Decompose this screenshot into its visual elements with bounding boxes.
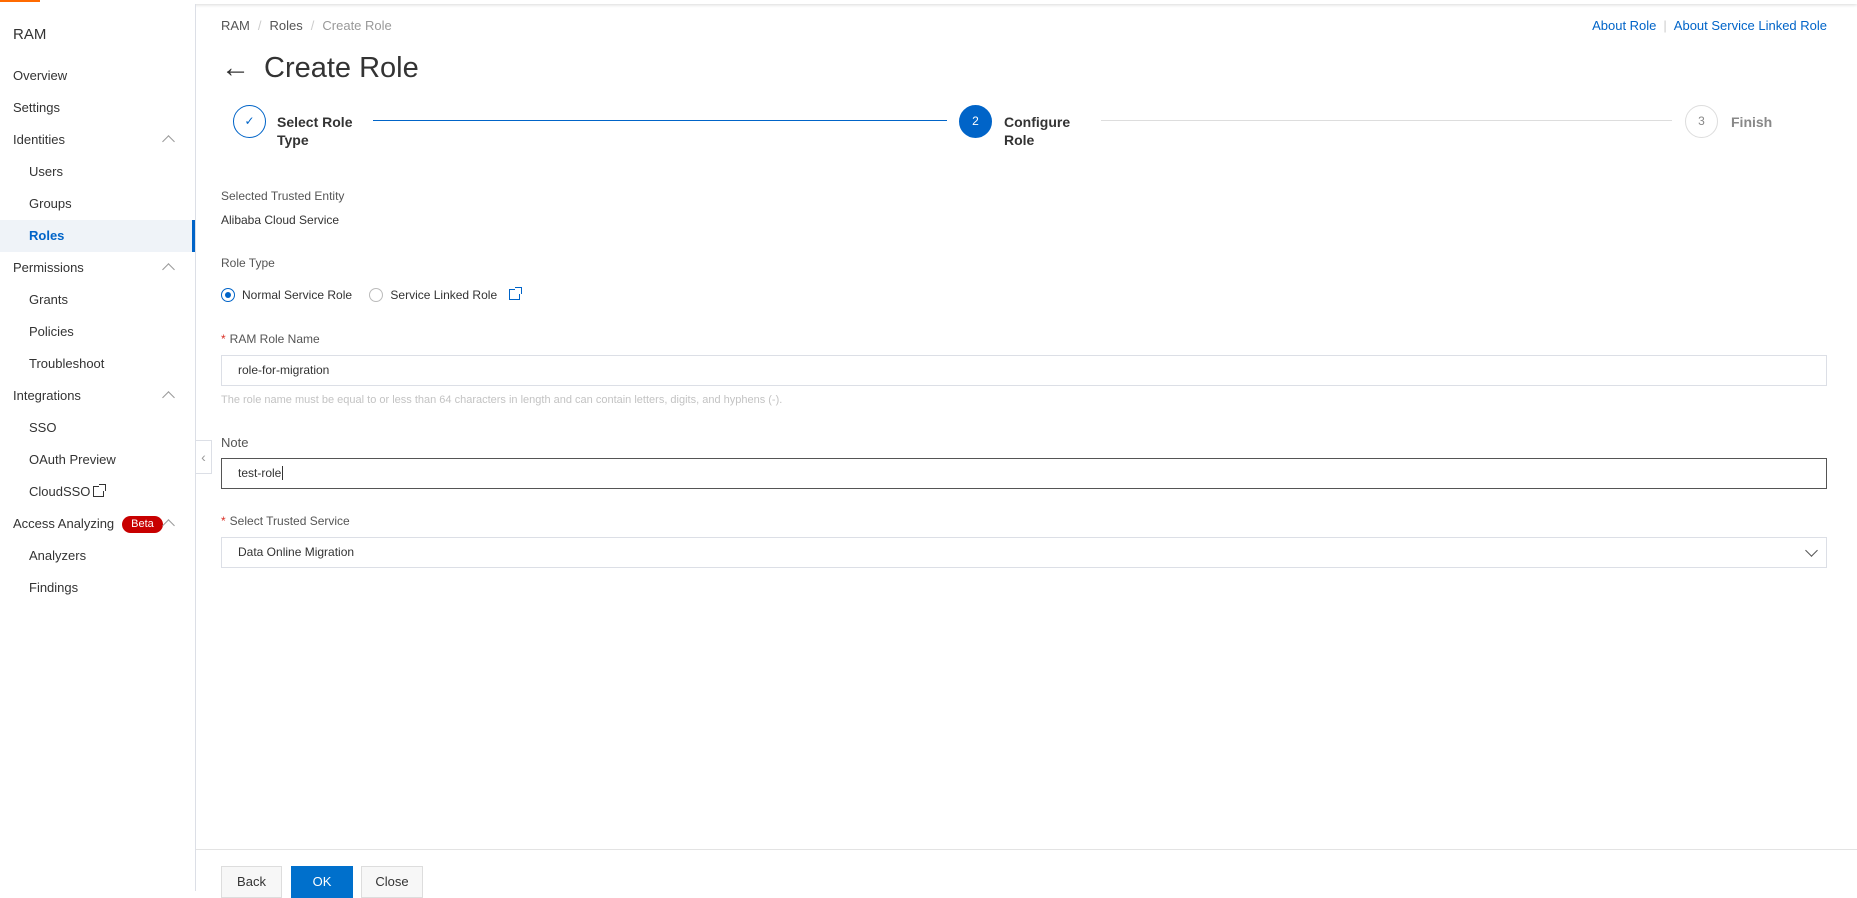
chevron-down-icon: [1805, 544, 1818, 557]
help-links: About Role | About Service Linked Role: [1592, 18, 1827, 33]
chevron-up-icon: [162, 519, 175, 532]
trusted-service-select[interactable]: Data Online Migration: [221, 537, 1827, 568]
step-connector: [1101, 120, 1672, 121]
role-type-label: Role Type: [221, 256, 275, 270]
role-name-hint: The role name must be equal to or less t…: [221, 394, 783, 406]
sidebar-group-integrations[interactable]: Integrations: [0, 380, 195, 412]
label: Policies: [29, 324, 74, 339]
step-3-number: 3: [1685, 105, 1718, 138]
sidebar-item-troubleshoot[interactable]: Troubleshoot: [0, 348, 195, 380]
label: Groups: [29, 196, 72, 211]
label: Findings: [29, 580, 79, 595]
note-input[interactable]: test-role: [221, 458, 1827, 489]
trusted-entity-label: Selected Trusted Entity: [221, 189, 345, 203]
sidebar-item-findings[interactable]: Findings: [0, 572, 195, 604]
step-done-check-icon: ✓: [233, 105, 266, 138]
radio-checked-icon: [221, 288, 235, 302]
breadcrumb-ram[interactable]: RAM: [221, 18, 250, 33]
label: CloudSSO: [29, 484, 91, 499]
step-connector: [373, 120, 947, 121]
sidebar-item-groups[interactable]: Groups: [0, 188, 195, 220]
chevron-left-icon: ‹: [201, 449, 206, 465]
collapse-sidebar-button[interactable]: ‹: [196, 440, 212, 474]
page-title: ← Create Role: [221, 52, 419, 85]
sidebar-item-analyzers[interactable]: Analyzers: [0, 540, 195, 572]
breadcrumb-roles[interactable]: Roles: [270, 18, 303, 33]
step-1-label: Select Role Type: [277, 114, 353, 148]
back-button[interactable]: Back: [221, 866, 282, 898]
label: Normal Service Role: [242, 288, 353, 302]
label: Service Linked Role: [390, 288, 498, 302]
step-2-label: Configure Role: [1004, 114, 1071, 148]
step-3-label: Finish: [1731, 114, 1773, 130]
sidebar-item-sso[interactable]: SSO: [0, 412, 195, 444]
sidebar-group-identities[interactable]: Identities: [0, 124, 195, 156]
radio-service-linked-role[interactable]: Service Linked Role: [369, 288, 497, 302]
brand-accent: [0, 0, 40, 2]
sidebar-item-policies[interactable]: Policies: [0, 316, 195, 348]
beta-badge: Beta: [122, 516, 163, 534]
breadcrumb-current: Create Role: [322, 18, 392, 33]
label: Analyzers: [29, 548, 87, 563]
label: Grants: [29, 292, 69, 307]
sidebar-item-cloudsso[interactable]: CloudSSO: [0, 476, 195, 508]
label: Integrations: [13, 388, 81, 403]
label: Access Analyzing: [13, 516, 115, 531]
about-role-link[interactable]: About Role: [1592, 18, 1656, 33]
label: Select Trusted Service: [229, 514, 350, 528]
sidebar-item-settings[interactable]: Settings: [0, 92, 195, 124]
radio-unchecked-icon: [369, 288, 384, 302]
chevron-up-icon: [162, 263, 175, 276]
chevron-up-icon: [162, 135, 175, 148]
label: Troubleshoot: [29, 356, 105, 371]
label: OAuth Preview: [29, 452, 116, 467]
about-service-linked-role-link[interactable]: About Service Linked Role: [1674, 18, 1827, 33]
sidebar-item-users[interactable]: Users: [0, 156, 195, 188]
sidebar: RAM Overview Settings Identities Users G…: [0, 4, 196, 891]
role-name-input[interactable]: role-for-migration: [221, 355, 1827, 386]
ok-button[interactable]: OK: [291, 866, 353, 898]
close-button[interactable]: Close: [361, 866, 423, 898]
note-label: Note: [221, 435, 249, 450]
label: RAM Role Name: [229, 332, 320, 346]
trusted-entity-value: Alibaba Cloud Service: [221, 213, 340, 227]
external-link-icon[interactable]: [509, 287, 523, 300]
sidebar-item-oauth-preview[interactable]: OAuth Preview: [0, 444, 195, 476]
label: Roles: [29, 228, 65, 243]
role-type-radio-group: Normal Service Role Service Linked Role: [221, 287, 523, 302]
footer-divider: [196, 849, 1857, 850]
chevron-up-icon: [162, 391, 175, 404]
text-cursor: [282, 466, 284, 480]
label: Settings: [13, 100, 60, 115]
radio-normal-service-role[interactable]: Normal Service Role: [221, 288, 352, 302]
label: SSO: [29, 420, 57, 435]
sidebar-group-permissions[interactable]: Permissions: [0, 252, 195, 284]
sidebar-item-overview[interactable]: Overview: [0, 60, 195, 92]
label: Permissions: [13, 260, 84, 275]
label: Identities: [13, 132, 66, 147]
external-link-icon: [93, 484, 107, 497]
role-name-label: * RAM Role Name: [221, 332, 320, 346]
sidebar-title: RAM: [13, 26, 47, 43]
title-text: Create Role: [264, 52, 419, 84]
sidebar-group-access-analyzing[interactable]: Access Analyzing Beta: [0, 508, 195, 540]
note-value: test-role: [238, 466, 282, 480]
label: Overview: [13, 68, 68, 83]
back-arrow-icon[interactable]: ←: [221, 52, 250, 84]
top-bar: [0, 0, 1857, 4]
sidebar-item-roles[interactable]: Roles: [0, 220, 195, 252]
step-2-number: 2: [959, 105, 992, 138]
trusted-service-label: * Select Trusted Service: [221, 514, 350, 528]
breadcrumb: RAM / Roles / Create Role: [221, 18, 392, 33]
label: Users: [29, 164, 63, 179]
sidebar-item-grants[interactable]: Grants: [0, 284, 195, 316]
selected-value: Data Online Migration: [238, 545, 355, 559]
